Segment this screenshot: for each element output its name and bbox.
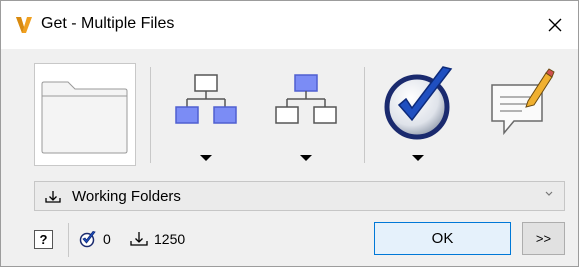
close-button[interactable]	[532, 1, 578, 49]
chevron-down-icon	[412, 155, 424, 161]
toolbar-separator	[150, 67, 151, 163]
comment-button[interactable]	[486, 63, 556, 143]
checked-count: 0	[103, 231, 111, 247]
blue-checkmark-icon	[384, 66, 453, 140]
file-count: 1250	[154, 231, 186, 247]
chevron-down-icon	[545, 191, 553, 196]
structure-parent-button[interactable]	[266, 63, 346, 167]
comment-pencil-icon	[491, 68, 555, 136]
toolbar-separator	[364, 67, 365, 163]
title-bar: Get - Multiple Files	[1, 1, 578, 49]
chevron-down-icon	[200, 155, 212, 161]
check-button[interactable]	[379, 63, 459, 167]
download-arrow-icon	[130, 232, 148, 246]
toolbar	[1, 49, 578, 176]
status-separator	[68, 223, 69, 257]
download-arrow-icon	[45, 191, 61, 203]
chevron-down-icon	[300, 155, 312, 161]
hierarchy-children-icon	[175, 74, 237, 124]
selected-location: Working Folders	[72, 188, 181, 205]
hierarchy-parent-icon	[275, 74, 337, 124]
get-multiple-files-dialog: Get - Multiple Files Working Folders ? 0…	[0, 0, 579, 267]
checked-count-icon	[79, 231, 96, 248]
folder-button[interactable]	[34, 63, 136, 166]
close-icon	[548, 18, 562, 32]
status-bar: ? 0 1250 OK >>	[1, 219, 578, 266]
folder-icon	[41, 81, 128, 154]
window-title: Get - Multiple Files	[41, 15, 175, 32]
ok-button[interactable]: OK	[374, 222, 511, 255]
structure-children-button[interactable]	[166, 63, 246, 167]
expand-button[interactable]: >>	[522, 222, 565, 255]
help-button[interactable]: ?	[34, 230, 53, 249]
vault-logo-icon	[16, 17, 32, 33]
working-folders-dropdown[interactable]: Working Folders	[34, 181, 565, 211]
